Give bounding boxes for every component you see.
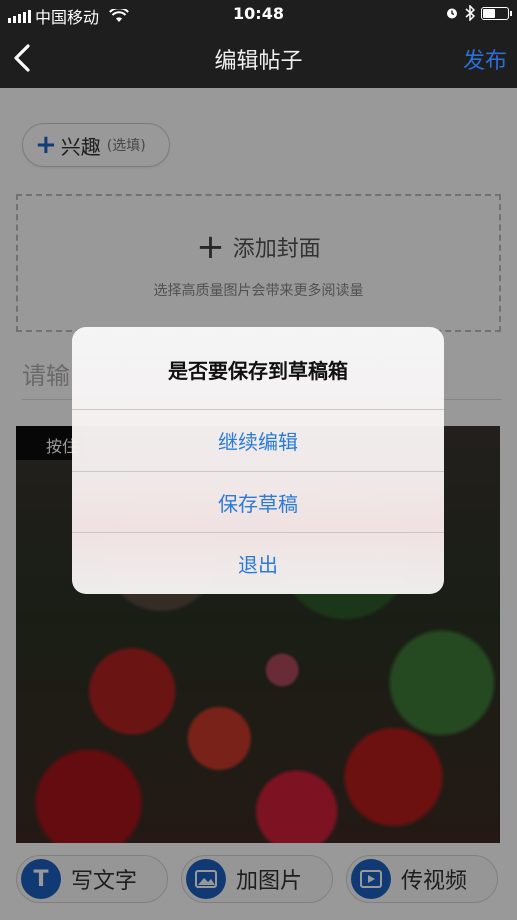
continue-editing-button[interactable]: 继续编辑 bbox=[72, 409, 444, 470]
status-right bbox=[445, 5, 512, 21]
battery-icon bbox=[481, 6, 512, 20]
alarm-icon bbox=[447, 8, 457, 19]
page-title: 编辑帖子 bbox=[214, 49, 303, 74]
dialog-title: 是否要保存到草稿箱 bbox=[168, 359, 348, 383]
status-time: 10:48 bbox=[233, 4, 284, 23]
exit-button[interactable]: 退出 bbox=[72, 532, 444, 593]
save-draft-button[interactable]: 保存草稿 bbox=[72, 471, 444, 532]
publish-button[interactable]: 发布 bbox=[463, 43, 507, 75]
save-draft-dialog: 是否要保存到草稿箱 继续编辑 保存草稿 退出 bbox=[72, 327, 444, 594]
bluetooth-icon bbox=[465, 5, 475, 21]
status-bar: 中国移动 10:48 bbox=[0, 0, 517, 28]
nav-bar: 编辑帖子 发布 bbox=[0, 28, 517, 88]
